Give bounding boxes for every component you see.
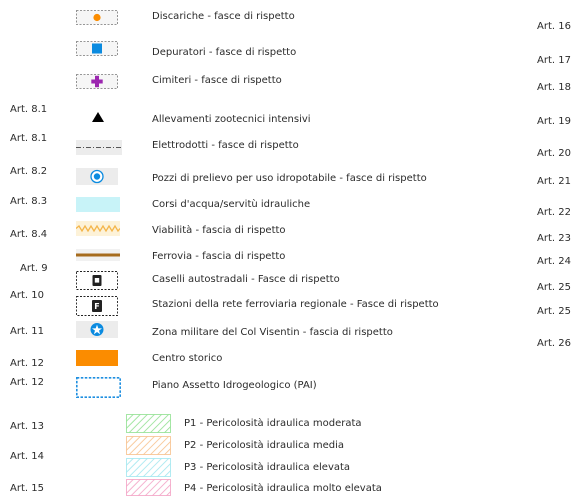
right-article-label: Art. 26 [537, 338, 571, 349]
elettrodotto-symbol [76, 140, 122, 155]
legend-item-label: Stazioni della rete ferroviaria regional… [152, 299, 439, 310]
left-article-label: Art. 8.2 [10, 166, 48, 177]
legend-item-label: Discariche - fasce di rispetto [152, 11, 295, 22]
svg-text:F: F [94, 302, 99, 311]
allevamento-symbol [92, 112, 104, 122]
depuratore-symbol [76, 41, 118, 56]
legend-item-label: Allevamenti zootecnici intensivi [152, 114, 311, 125]
legend-item-label: P2 - Pericolosità idraulica media [184, 440, 345, 451]
legend-item-label: Ferrovia - fascia di rispetto [152, 251, 286, 262]
legend-item-label: P1 - Pericolosità idraulica moderata [184, 418, 362, 429]
right-article-label: Art. 24 [537, 256, 571, 267]
zona-militare-symbol [76, 321, 118, 338]
legend-item-label: Viabilità - fascia di rispetto [152, 225, 286, 236]
right-article-label: Art. 23 [537, 233, 571, 244]
right-article-label: Art. 22 [537, 207, 571, 218]
left-article-label: Art. 9 [20, 263, 48, 274]
pai-symbol [76, 377, 121, 398]
legend-item-label: Corsi d'acqua/servitù idrauliche [152, 199, 311, 210]
ferrovia-symbol [76, 249, 120, 261]
left-article-label: Art. 15 [10, 483, 44, 494]
p4-symbol [126, 479, 171, 496]
right-article-label: Art. 25 [537, 306, 571, 317]
legend-item-label: Elettrodotti - fasce di rispetto [152, 140, 299, 151]
left-article-label: Art. 8.3 [10, 196, 48, 207]
left-article-label: Art. 12 [10, 377, 44, 388]
right-article-label: Art. 20 [537, 148, 571, 159]
legend-item-label: Pozzi di prelievo per uso idropotabile -… [152, 173, 427, 184]
legend-panel: Art. 8.1 Art. 8.1 Art. 8.2 Art. 8.3 Art.… [0, 0, 572, 497]
right-article-label: Art. 19 [537, 116, 571, 127]
stazione-symbol: F [76, 296, 118, 316]
p3-symbol [126, 458, 171, 477]
right-article-label: Art. 16 [537, 21, 571, 32]
legend-item-label: Piano Assetto Idrogeologico (PAI) [152, 380, 317, 391]
left-article-label: Art. 14 [10, 451, 44, 462]
right-article-label: Art. 21 [537, 176, 571, 187]
legend-item-label: Caselli autostradali - Fasce di rispetto [152, 274, 340, 285]
corso-acqua-symbol [76, 197, 120, 212]
right-article-label: Art. 25 [537, 282, 571, 293]
cimitero-symbol [76, 74, 118, 89]
legend-item-label: Zona militare del Col Visentin - fascia … [152, 327, 393, 338]
legend-item-label: Cimiteri - fasce di rispetto [152, 75, 282, 86]
discarica-symbol [76, 10, 118, 25]
left-article-label: Art. 12 [10, 358, 44, 369]
left-article-label: Art. 10 [10, 290, 44, 301]
left-article-label: Art. 11 [10, 326, 44, 337]
right-article-label: Art. 18 [537, 82, 571, 93]
left-article-label: Art. 8.1 [10, 104, 48, 115]
left-article-label: Art. 8.4 [10, 229, 48, 240]
pozzo-symbol [76, 168, 118, 185]
centro-storico-symbol [76, 350, 118, 366]
casello-symbol [76, 271, 118, 290]
p1-symbol [126, 414, 171, 433]
legend-item-label: P3 - Pericolosità idraulica elevata [184, 462, 351, 473]
viabilita-symbol [76, 221, 120, 236]
legend-item-label: Depuratori - fasce di rispetto [152, 47, 297, 58]
legend-item-label: P4 - Pericolosità idraulica molto elevat… [184, 483, 382, 494]
left-article-label: Art. 8.1 [10, 133, 48, 144]
right-article-label: Art. 17 [537, 55, 571, 66]
left-article-label: Art. 13 [10, 421, 44, 432]
p2-symbol [126, 436, 171, 455]
legend-item-label: Centro storico [152, 353, 223, 364]
